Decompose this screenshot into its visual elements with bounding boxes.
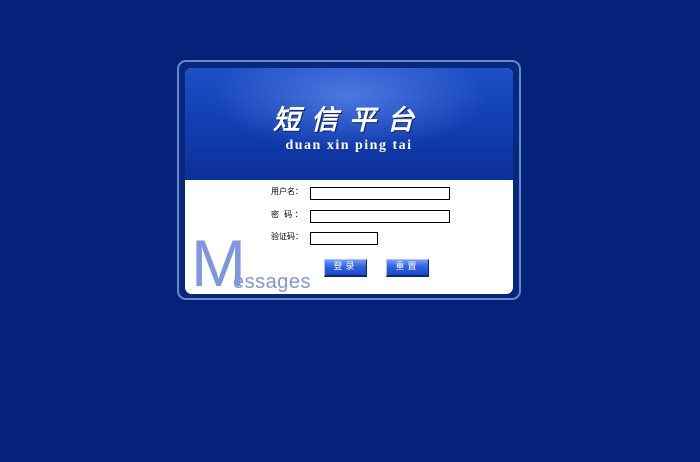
login-panel: 短信平台 duan xin ping tai M essages 用户名： 密 … <box>185 68 513 294</box>
username-label: 用户名： <box>271 187 303 196</box>
reset-button[interactable]: 重置 <box>386 259 429 277</box>
password-input[interactable] <box>310 210 450 223</box>
username-input[interactable] <box>310 187 450 200</box>
watermark-text: essages <box>233 271 311 293</box>
login-form-area: M essages 用户名： 密 码 ： 验证码： 登录 重置 <box>185 180 513 294</box>
login-header: 短信平台 duan xin ping tai <box>185 68 513 180</box>
app-subtitle: duan xin ping tai <box>285 138 413 153</box>
login-frame: 短信平台 duan xin ping tai M essages 用户名： 密 … <box>177 60 521 300</box>
password-label: 密 码 ： <box>271 210 303 219</box>
app-title: 短信平台 <box>273 105 425 136</box>
login-button[interactable]: 登录 <box>324 259 367 277</box>
captcha-input[interactable] <box>310 232 378 245</box>
captcha-label: 验证码： <box>271 232 303 241</box>
